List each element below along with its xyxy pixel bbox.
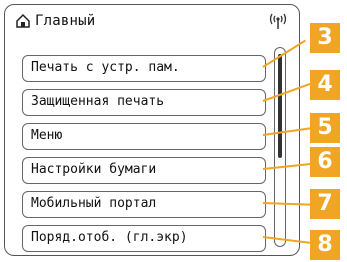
- touch-panel-screen: Главный Печать с устр. пам. Защищенная п…: [4, 4, 300, 256]
- menu-item-label: Меню: [31, 128, 63, 143]
- home-icon[interactable]: [15, 13, 31, 29]
- wireless-signal-icon: [269, 13, 287, 29]
- callout-badge-7: 7: [310, 189, 340, 219]
- menu-item-secure-print[interactable]: Защищенная печать: [22, 89, 266, 116]
- menu-item-label: Печать с устр. пам.: [31, 60, 180, 75]
- callout-badge-8: 8: [310, 230, 340, 260]
- header: Главный: [15, 11, 291, 33]
- scrollbar[interactable]: [274, 47, 286, 247]
- menu-item-print-from-memory[interactable]: Печать с устр. пам.: [22, 55, 266, 82]
- menu-item-menu[interactable]: Меню: [22, 123, 266, 150]
- page-title: Главный: [35, 13, 96, 29]
- menu-item-label: Защищенная печать: [31, 94, 165, 109]
- callout-badge-6: 6: [310, 147, 340, 177]
- menu-item-label: Настройки бумаги: [31, 162, 157, 177]
- menu-item-display-order[interactable]: Поряд.отоб. (гл.экр): [22, 225, 266, 252]
- menu-item-paper-settings[interactable]: Настройки бумаги: [22, 157, 266, 184]
- scroll-thumb[interactable]: [278, 54, 282, 158]
- callout-badge-5: 5: [310, 113, 340, 143]
- menu-item-mobile-portal[interactable]: Мобильный портал: [22, 191, 266, 218]
- menu-item-label: Мобильный портал: [31, 196, 157, 211]
- callout-badge-4: 4: [310, 70, 340, 100]
- menu-item-label: Поряд.отоб. (гл.экр): [31, 230, 188, 245]
- callout-badge-3: 3: [310, 23, 340, 53]
